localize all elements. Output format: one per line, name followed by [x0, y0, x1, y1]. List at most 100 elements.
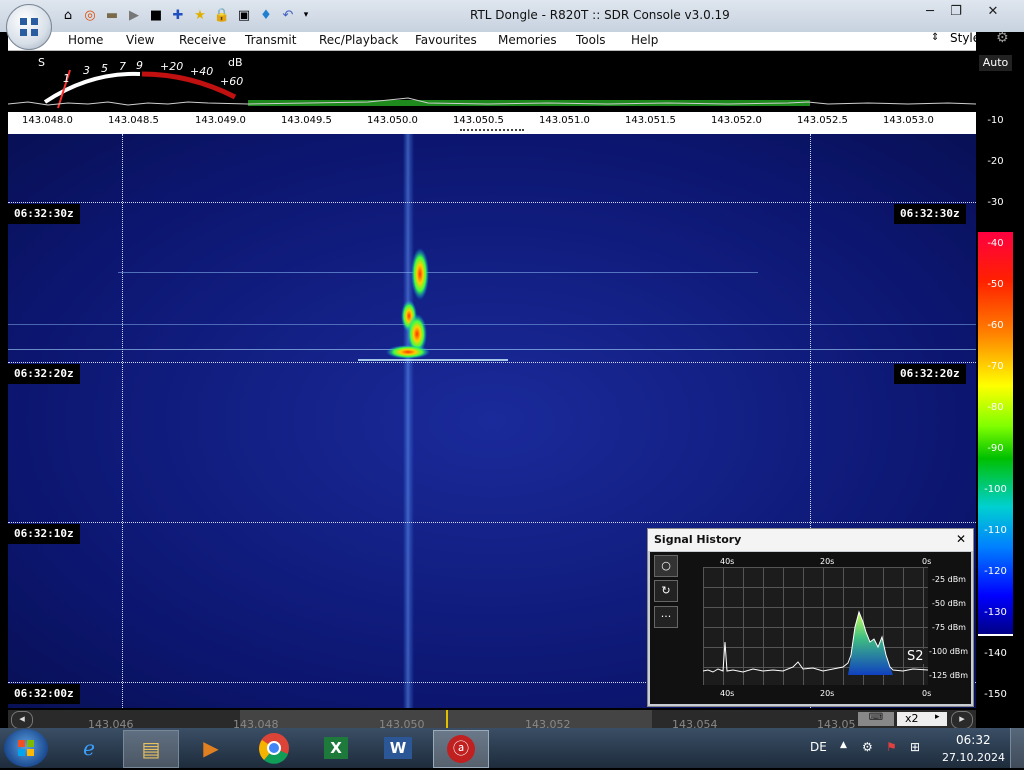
zoom-value: x2: [905, 712, 919, 725]
time-axis-bottom: 40s: [720, 689, 735, 698]
time-axis-bottom: 20s: [820, 689, 835, 698]
meter-scale-20: +20: [160, 60, 184, 73]
menu-receive[interactable]: Receive: [179, 33, 226, 47]
language-indicator[interactable]: DE: [810, 740, 827, 754]
freq-tick: 143.049.0: [195, 115, 246, 126]
scale-label: -150: [984, 689, 1007, 700]
zoom-selector[interactable]: x2 ▸: [897, 712, 947, 726]
freq-tick: 143.051.0: [539, 115, 590, 126]
record-button[interactable]: ○: [654, 555, 678, 577]
minimize-button[interactable]: ─: [918, 4, 942, 20]
drop-icon[interactable]: ♦: [258, 7, 274, 23]
menu-favourites[interactable]: Favourites: [415, 33, 477, 47]
freq-tick: 143.053.0: [883, 115, 934, 126]
start-button[interactable]: [4, 729, 48, 767]
freq-tick: 143.052.0: [711, 115, 762, 126]
show-desktop-button[interactable]: [1010, 728, 1024, 768]
time-axis-bottom: 0s: [922, 689, 932, 698]
plus-icon[interactable]: ✚: [170, 7, 186, 23]
menu-transmit[interactable]: Transmit: [245, 33, 296, 47]
play-icon[interactable]: ▶: [126, 7, 142, 23]
excel-icon[interactable]: X: [309, 730, 363, 766]
clock-date[interactable]: 27.10.2024: [942, 751, 1005, 764]
y-axis-label: -50 dBm: [932, 599, 966, 608]
interference-line: [8, 324, 976, 325]
home-icon[interactable]: ⌂: [60, 7, 76, 23]
zoom-arrow-icon: ▸: [935, 712, 940, 722]
scale-label: -20: [987, 156, 1004, 167]
window-title: RTL Dongle - R820T :: SDR Console v3.0.1…: [470, 8, 730, 22]
scroll-left-icon[interactable]: ◂: [11, 711, 33, 729]
maximize-button[interactable]: ❐: [944, 4, 968, 20]
chrome-icon[interactable]: [247, 730, 301, 766]
menu-rec-playback[interactable]: Rec/Playback: [319, 33, 398, 47]
meter-scale-5: 5: [101, 62, 108, 75]
lifebuoy-icon[interactable]: ◎: [82, 7, 98, 23]
grid-hline: [8, 362, 976, 363]
explorer-icon[interactable]: ▤: [123, 730, 179, 768]
timestamp-right: 06:32:20z: [894, 364, 966, 384]
menu-tools[interactable]: Tools: [576, 33, 606, 47]
grid-hline: [8, 522, 976, 523]
freq-tick: 143.051.5: [625, 115, 676, 126]
meteor-trace: [386, 248, 430, 359]
y-axis-label: -100 dBm: [929, 647, 969, 656]
app-menu-orb[interactable]: [6, 4, 52, 50]
auto-button[interactable]: Auto: [979, 55, 1012, 71]
tuning-marker: [446, 710, 448, 728]
y-axis-label: -25 dBm: [932, 575, 966, 584]
close-button[interactable]: ✕: [976, 4, 1010, 20]
menu-view[interactable]: View: [126, 33, 154, 47]
media-player-icon[interactable]: ▶: [184, 730, 238, 766]
freq-tick: 143.050.5: [453, 115, 504, 126]
scale-label: -50: [987, 279, 1004, 290]
timestamp-right: 06:32:30z: [894, 204, 966, 224]
more-button[interactable]: ···: [654, 606, 678, 628]
lock-icon[interactable]: 🔒: [214, 7, 230, 23]
time-axis-top: 40s: [720, 557, 735, 566]
meter-scale-40: +40: [190, 65, 214, 78]
freq-tick: 143.049.5: [281, 115, 332, 126]
stop-icon[interactable]: ■: [148, 7, 164, 23]
s-label: S: [38, 56, 45, 69]
y-axis-label: -75 dBm: [932, 623, 966, 632]
signal-history-window: Signal History ✕ ○ ↻ ··· 40s 20s 0s -25 …: [647, 528, 974, 707]
star-icon[interactable]: ★: [192, 7, 208, 23]
gear-icon[interactable]: ⚙: [996, 30, 1009, 46]
tray-device-icon[interactable]: ⚙: [862, 740, 873, 754]
scale-label: -110: [984, 525, 1007, 536]
timestamp-left: 06:32:10z: [8, 524, 80, 544]
style-chevron-icon: ⇕: [931, 32, 940, 43]
app-grid-icon: [20, 18, 38, 36]
menu-help[interactable]: Help: [631, 33, 658, 47]
timestamp-left: 06:32:30z: [8, 204, 80, 224]
freq-tick: 143.052.5: [797, 115, 848, 126]
scale-label: -30: [987, 197, 1004, 208]
scale-label: -60: [987, 320, 1004, 331]
word-icon[interactable]: W: [371, 730, 425, 766]
internet-explorer-icon[interactable]: ℯ: [62, 730, 116, 766]
tray-expand-icon[interactable]: ▲: [840, 740, 847, 750]
grid-vline: [122, 134, 123, 708]
style-dropdown-icon[interactable]: ▾: [983, 31, 988, 41]
signal-history-close-button[interactable]: ✕: [956, 532, 966, 546]
sdr-console-taskbar-icon[interactable]: ⓐ: [433, 730, 489, 768]
dropdown-icon[interactable]: ▾: [298, 7, 314, 23]
scale-marker[interactable]: [978, 634, 1013, 636]
reset-button[interactable]: ↻: [654, 580, 678, 602]
windows-logo-icon: [18, 740, 34, 756]
scroll-right-icon[interactable]: ▸: [951, 711, 973, 729]
clock-time[interactable]: 06:32: [956, 733, 991, 747]
folder-icon[interactable]: ▬: [104, 7, 120, 23]
signal-history-plot: [703, 567, 928, 685]
style-button[interactable]: Style: [950, 31, 980, 45]
camera-icon[interactable]: ▣: [236, 7, 252, 23]
undo-icon[interactable]: ↶: [280, 7, 296, 23]
menu-home[interactable]: Home: [68, 33, 103, 47]
tray-network-icon[interactable]: ⊞: [910, 740, 920, 754]
meter-scale-60: +60: [220, 75, 244, 88]
tray-flag-icon[interactable]: ⚑: [886, 740, 897, 754]
spectrum-trace: [8, 97, 976, 106]
keyboard-icon[interactable]: ⌨: [858, 712, 894, 726]
menu-memories[interactable]: Memories: [498, 33, 557, 47]
